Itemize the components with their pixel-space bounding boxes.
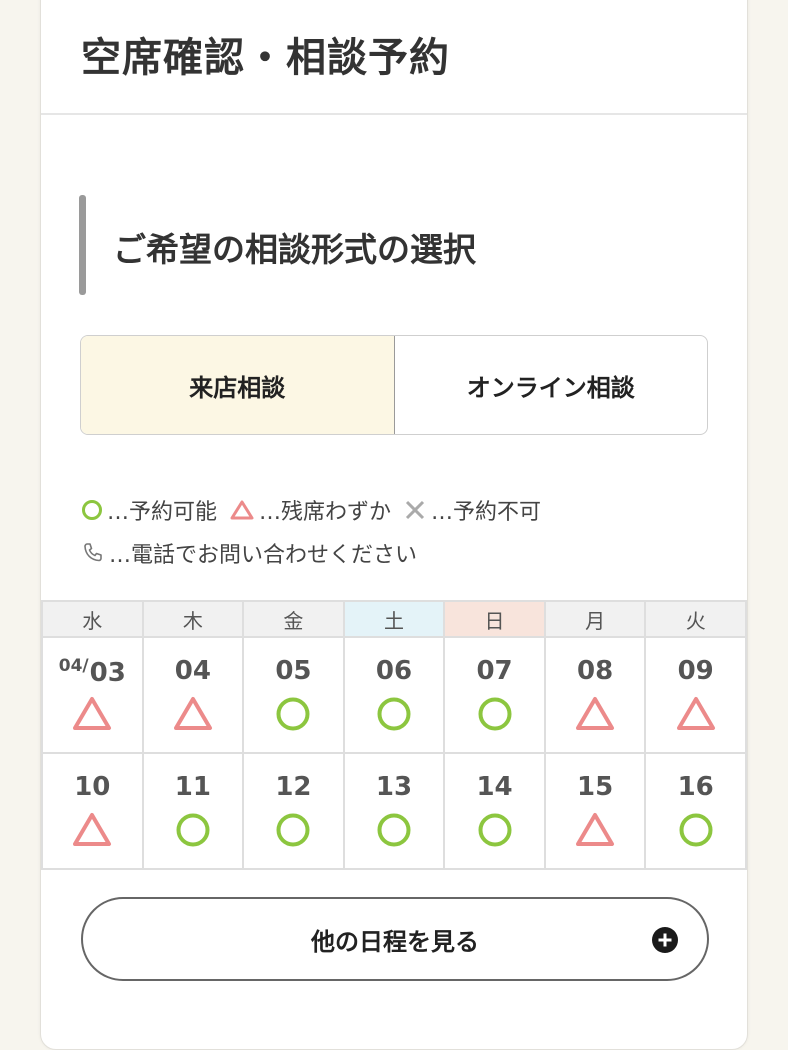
calendar-day-label: 15 bbox=[577, 772, 614, 802]
calendar-day-cell[interactable]: 13 bbox=[342, 752, 446, 870]
available-circle-icon bbox=[679, 813, 713, 847]
weekday-tue: 火 bbox=[644, 600, 747, 638]
phone-icon bbox=[84, 543, 102, 562]
section-accent-bar bbox=[79, 195, 86, 295]
calendar-day-label: 12 bbox=[275, 772, 312, 802]
consultation-format-toggle: 来店相談 オンライン相談 bbox=[80, 335, 708, 435]
calendar-day-label: 13 bbox=[375, 772, 413, 802]
legend-unavailable: …予約不可 bbox=[403, 494, 541, 526]
page-title: 空席確認・相談予約 bbox=[81, 35, 450, 81]
calendar-day-cell[interactable]: 14 bbox=[443, 752, 546, 870]
section-title: ご希望の相談形式の選択 bbox=[113, 230, 476, 269]
calendar-day-label: 07 bbox=[476, 656, 513, 686]
reservation-card: 空席確認・相談予約 ご希望の相談形式の選択 来店相談 オンライン相談 …予約可能… bbox=[40, 0, 748, 1050]
legend-available: …予約可能 bbox=[81, 494, 217, 526]
calendar-day-cell[interactable]: 15 bbox=[543, 752, 647, 870]
few-left-triangle-icon bbox=[73, 813, 112, 846]
calendar-day-label: 03 bbox=[89, 658, 126, 688]
cross-icon bbox=[405, 500, 425, 520]
option-online[interactable]: オンライン相談 bbox=[395, 336, 708, 434]
calendar-day-cell[interactable]: 16 bbox=[644, 752, 747, 870]
calendar-day-number: 12 bbox=[244, 772, 343, 806]
calendar-day-cell[interactable]: 04 bbox=[141, 636, 245, 754]
plus-circle-icon bbox=[652, 927, 678, 953]
available-circle-icon bbox=[276, 697, 310, 731]
calendar-day-number: 11 bbox=[144, 772, 243, 806]
available-circle-icon bbox=[377, 813, 411, 847]
few-left-triangle-icon bbox=[576, 813, 615, 846]
available-circle-icon bbox=[276, 813, 310, 847]
triangle-icon bbox=[230, 500, 254, 520]
calendar-day-cell[interactable]: 11 bbox=[141, 752, 245, 870]
divider bbox=[41, 113, 747, 115]
calendar-day-label: 04 bbox=[174, 656, 211, 686]
calendar-day-number: 16 bbox=[646, 772, 745, 806]
weekday-thu: 木 bbox=[141, 600, 245, 638]
weekday-wed: 水 bbox=[41, 600, 144, 638]
available-circle-icon bbox=[478, 813, 512, 847]
available-circle-icon bbox=[478, 697, 512, 731]
available-circle-icon bbox=[176, 813, 210, 847]
calendar-day-cell[interactable]: 06 bbox=[342, 636, 446, 754]
weekday-sun: 日 bbox=[443, 600, 546, 638]
calendar-day-label: 08 bbox=[577, 656, 614, 686]
weekday-fri: 金 bbox=[242, 600, 345, 638]
calendar-day-number: 13 bbox=[345, 772, 444, 806]
legend: …予約可能 …残席わずか …予約不可 …電話でお問い合わせください bbox=[81, 493, 553, 579]
calendar-day-cell[interactable]: 12 bbox=[242, 752, 345, 870]
few-left-triangle-icon bbox=[73, 697, 112, 730]
calendar-day-number: 05 bbox=[244, 656, 343, 690]
more-dates-button[interactable]: 他の日程を見る bbox=[81, 897, 709, 981]
weekday-header-row: 水 木 金 土 日 月 火 bbox=[41, 600, 747, 638]
few-left-triangle-icon bbox=[676, 697, 715, 730]
few-left-triangle-icon bbox=[576, 697, 615, 730]
calendar-day-cell[interactable]: 05 bbox=[242, 636, 345, 754]
calendar-day-label: 10 bbox=[74, 772, 111, 802]
weekday-mon: 月 bbox=[543, 600, 647, 638]
calendar-day-label: 11 bbox=[174, 772, 211, 802]
calendar-day-number: 08 bbox=[546, 656, 645, 690]
calendar-day-number: 04/03 bbox=[43, 656, 142, 690]
calendar-day-number: 09 bbox=[646, 656, 745, 690]
legend-phone: …電話でお問い合わせください bbox=[81, 537, 417, 569]
availability-calendar: 水 木 金 土 日 月 火 04/03 04 05 06 07 08 09 10 11 12 13 1… bbox=[41, 600, 747, 870]
calendar-day-label: 05 bbox=[275, 656, 312, 686]
calendar-day-label: 09 bbox=[677, 656, 714, 686]
calendar-day-number: 06 bbox=[345, 656, 444, 690]
calendar-day-cell[interactable]: 07 bbox=[443, 636, 546, 754]
calendar-day-number: 14 bbox=[445, 772, 544, 806]
legend-unavailable-label: …予約不可 bbox=[431, 500, 542, 525]
calendar-day-number: 07 bbox=[445, 656, 544, 690]
calendar-day-number: 10 bbox=[43, 772, 142, 806]
calendar-day-cell[interactable]: 08 bbox=[543, 636, 647, 754]
calendar-day-cell[interactable]: 09 bbox=[644, 636, 747, 754]
few-left-triangle-icon bbox=[173, 697, 212, 730]
calendar-week-row: 04/03 04 05 06 07 08 09 bbox=[41, 636, 747, 754]
more-dates-label: 他の日程を見る bbox=[311, 927, 479, 956]
calendar-day-number: 04 bbox=[144, 656, 243, 690]
calendar-day-label: 16 bbox=[677, 772, 714, 802]
option-in-store[interactable]: 来店相談 bbox=[81, 336, 395, 434]
calendar-week-row: 10 11 12 13 14 15 16 bbox=[41, 752, 747, 870]
legend-available-label: …予約可能 bbox=[107, 500, 218, 525]
calendar-day-cell[interactable]: 10 bbox=[41, 752, 144, 870]
legend-few-left: …残席わずか bbox=[229, 494, 391, 526]
calendar-day-cell[interactable]: 04/03 bbox=[41, 636, 144, 754]
available-circle-icon bbox=[377, 697, 411, 731]
weekday-sat: 土 bbox=[342, 600, 446, 638]
calendar-month-prefix: 04/ bbox=[58, 656, 89, 676]
calendar-day-label: 14 bbox=[476, 772, 513, 802]
legend-phone-label: …電話でお問い合わせください bbox=[109, 543, 418, 568]
calendar-day-number: 15 bbox=[546, 772, 645, 806]
calendar-day-label: 06 bbox=[375, 656, 413, 686]
circle-icon bbox=[82, 500, 102, 520]
legend-few-left-label: …残席わずか bbox=[259, 500, 392, 525]
